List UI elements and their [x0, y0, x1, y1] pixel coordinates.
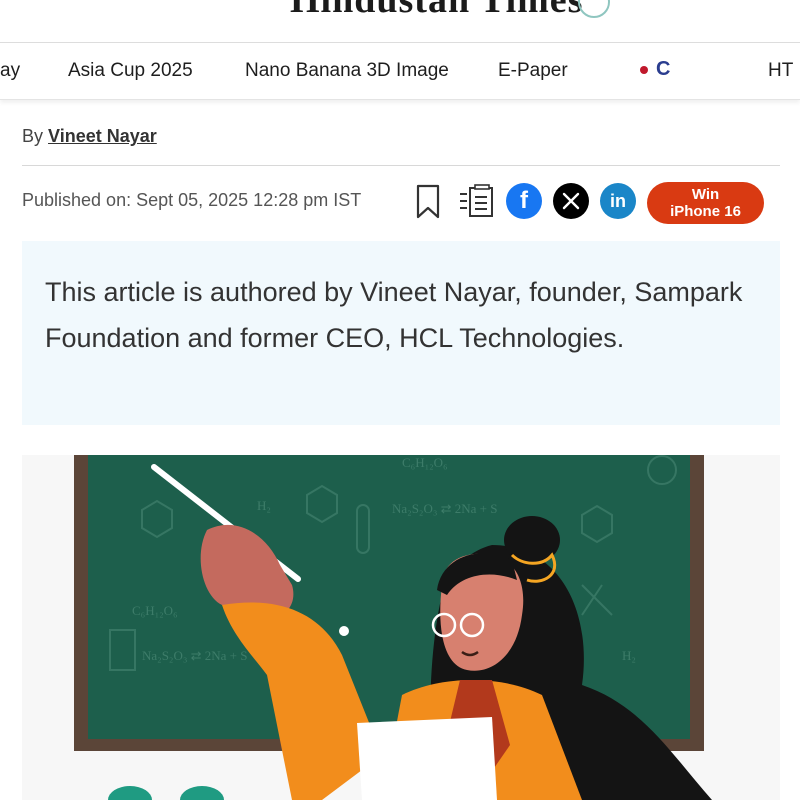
article-hero-image: C₆H₁₂O₆ Na₂S₂O₃ ⇄ 2Na + S Na₂S₂O₃ ⇄ 2Na … [22, 455, 780, 800]
svg-text:H₂: H₂ [622, 648, 636, 663]
nav-item-today[interactable]: ay [0, 60, 20, 82]
live-dot-icon [640, 65, 648, 74]
masthead: Hindustan Times [0, 0, 800, 42]
nav-item-live[interactable]: C [640, 58, 670, 81]
top-navigation: ay Asia Cup 2025 Nano Banana 3D Image E-… [0, 42, 800, 100]
article-summary-text: This article is authored by Vineet Nayar… [45, 277, 743, 353]
byline-prefix: By [22, 126, 44, 146]
win-iphone-promo-button[interactable]: Win iPhone 16 [647, 182, 764, 224]
author-link[interactable]: Vineet Nayar [48, 126, 157, 146]
nav-item-ht[interactable]: HT [768, 60, 793, 82]
published-date: Published on: Sept 05, 2025 12:28 pm IST [22, 190, 362, 210]
facebook-icon[interactable]: f [506, 183, 542, 219]
svg-text:C₆H₁₂O₆: C₆H₁₂O₆ [132, 603, 178, 618]
svg-text:H₂: H₂ [257, 498, 271, 513]
divider [22, 165, 780, 166]
linkedin-icon[interactable]: in [600, 183, 636, 219]
nav-item-epaper[interactable]: E-Paper [498, 60, 568, 82]
bookmark-icon[interactable] [414, 184, 442, 220]
reader-mode-icon[interactable] [458, 184, 496, 220]
nav-live-label: C [656, 58, 671, 80]
svg-text:Na₂S₂O₃ ⇄ 2Na + S: Na₂S₂O₃ ⇄ 2Na + S [392, 501, 498, 516]
nav-item-asia-cup[interactable]: Asia Cup 2025 [68, 60, 193, 82]
article-summary-box: This article is authored by Vineet Nayar… [22, 241, 780, 425]
teacher-illustration: C₆H₁₂O₆ Na₂S₂O₃ ⇄ 2Na + S Na₂S₂O₃ ⇄ 2Na … [52, 455, 750, 800]
promo-line-2: iPhone 16 [670, 203, 741, 220]
svg-text:Na₂S₂O₃ ⇄ 2Na + S: Na₂S₂O₃ ⇄ 2Na + S [142, 648, 248, 663]
x-icon[interactable] [553, 183, 589, 219]
nav-item-nano-banana[interactable]: Nano Banana 3D Image [245, 60, 449, 82]
byline: By Vineet Nayar [22, 126, 157, 147]
svg-text:C₆H₁₂O₆: C₆H₁₂O₆ [402, 455, 448, 470]
site-logo[interactable]: Hindustan Times [290, 0, 583, 22]
promo-line-1: Win [691, 186, 720, 203]
